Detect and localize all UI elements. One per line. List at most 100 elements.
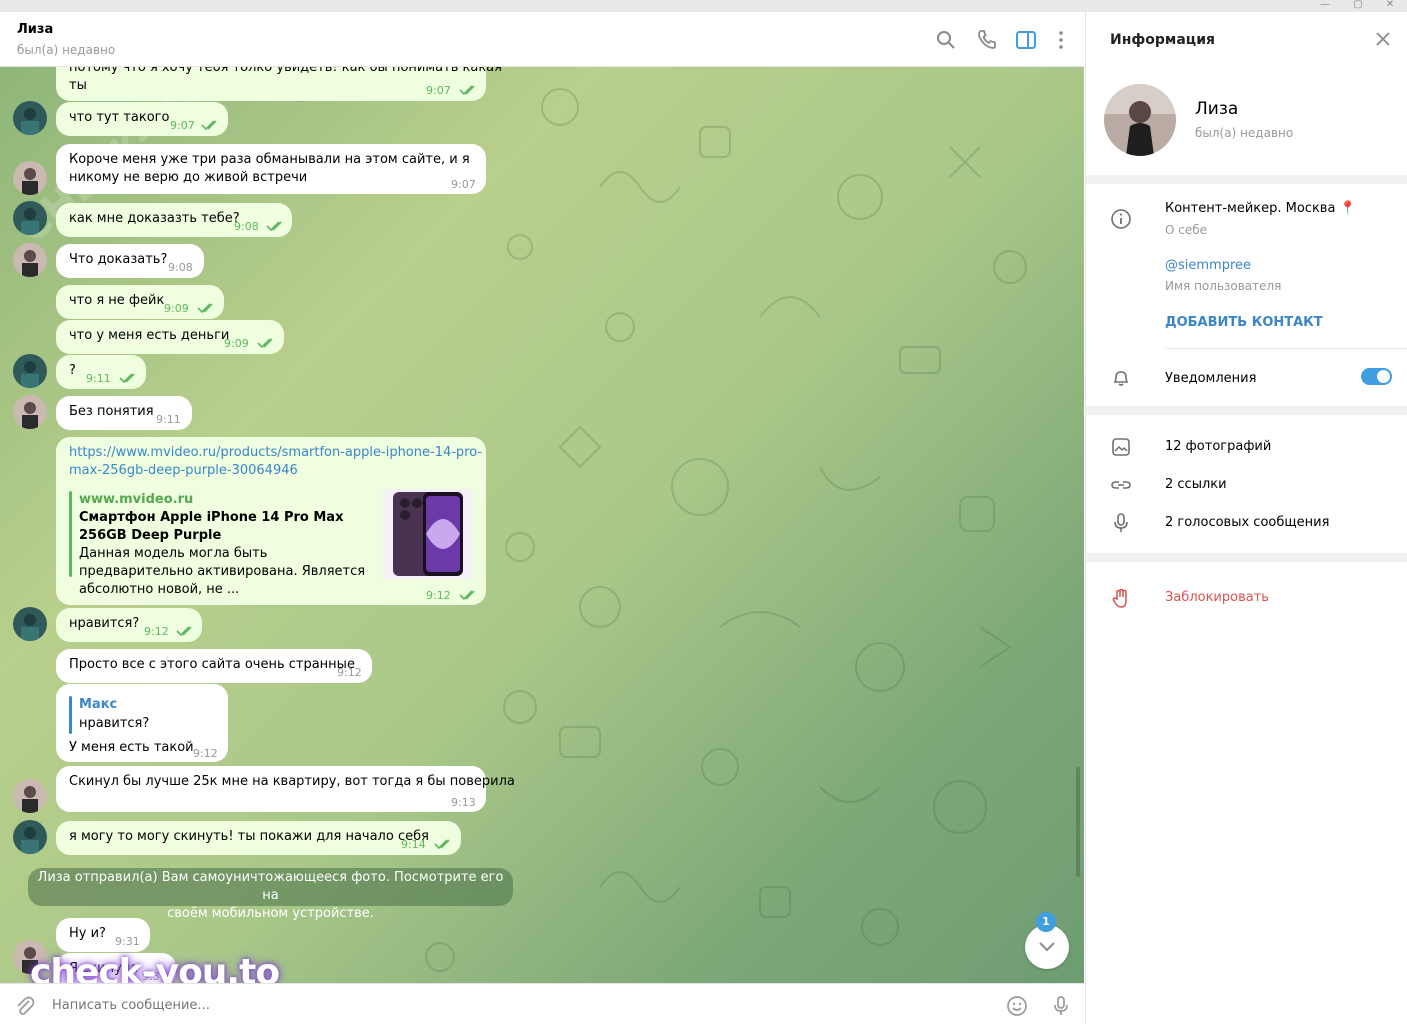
message-bubble[interactable]: нравится? 9:12 xyxy=(56,608,202,642)
emoji-icon[interactable] xyxy=(1005,994,1029,1018)
watermark: check-you.to xyxy=(30,952,280,983)
info-icon xyxy=(1111,209,1131,229)
avatar[interactable] xyxy=(13,820,47,854)
contact-avatar[interactable] xyxy=(13,161,47,195)
search-icon[interactable] xyxy=(934,28,958,52)
message-text: Скинул бы лучше 25к мне на квартиру, вот… xyxy=(69,774,515,789)
message-bubble[interactable]: Короче меня уже три раза обманывали на э… xyxy=(56,144,486,194)
add-contact-button[interactable]: ДОБАВИТЬ КОНТАКТ xyxy=(1165,315,1323,330)
double-check-icon xyxy=(197,303,213,314)
message-bubble[interactable]: Без понятия 9:11 xyxy=(56,396,192,430)
message-link[interactable]: max-256gb-deep-purple-30064946 xyxy=(69,462,298,480)
block-hand-icon xyxy=(1112,588,1127,608)
section-divider xyxy=(1086,553,1407,562)
phone-icon[interactable] xyxy=(975,28,999,52)
username-link[interactable]: @siemmpree xyxy=(1165,258,1251,273)
service-message: Лиза отправил(а) Вам самоуничтожающееся … xyxy=(28,868,513,921)
message-text: что тут такого xyxy=(69,110,170,125)
message-bubble[interactable]: я могу то могу скинуть! ты покажи для на… xyxy=(56,821,461,855)
double-check-icon xyxy=(257,338,273,349)
message-bubble[interactable]: что я не фейк 9:09 xyxy=(56,285,224,319)
window-titlebar: — ▢ ✕ xyxy=(0,0,1407,12)
avatar[interactable] xyxy=(13,354,47,388)
message-time: 9:14 xyxy=(401,838,426,851)
chevron-down-icon xyxy=(1039,942,1055,952)
close-window-icon[interactable]: ✕ xyxy=(1375,0,1405,12)
message-time: 9:11 xyxy=(86,372,111,385)
avatar[interactable] xyxy=(13,101,47,135)
reply-accent-bar xyxy=(69,696,72,734)
contact-avatar[interactable] xyxy=(13,243,47,277)
service-message-text: Лиза отправил(а) Вам самоуничтожающееся … xyxy=(37,870,504,903)
message-time: 9:12 xyxy=(193,747,218,760)
bio-label: О себе xyxy=(1165,223,1208,237)
maximize-icon[interactable]: ▢ xyxy=(1343,0,1373,12)
message-time: 9:07 xyxy=(170,119,195,132)
preview-accent-bar xyxy=(69,491,72,577)
message-bubble[interactable]: ? 9:11 xyxy=(56,355,146,389)
bio-text[interactable]: Контент-мейкер. Москва 📍 xyxy=(1165,201,1356,216)
double-check-icon xyxy=(459,85,475,96)
link-message-bubble[interactable]: https://www.mvideo.ru/products/smartfon-… xyxy=(56,437,486,605)
info-panel: Информация Лиза был(а) недавно Контент-м… xyxy=(1085,12,1407,1024)
preview-title: Смартфон Apple iPhone 14 Pro Max 256GB D… xyxy=(79,510,344,543)
message-text: что я не фейк xyxy=(69,293,165,308)
preview-site[interactable]: www.mvideo.ru xyxy=(79,491,193,509)
message-time: 9:12 xyxy=(144,625,169,638)
profile-avatar[interactable] xyxy=(1104,84,1176,156)
message-time: 9:12 xyxy=(426,589,451,602)
reply-quote[interactable]: нравится? xyxy=(79,715,149,733)
message-bubble[interactable]: Просто все с этого сайта очень странные … xyxy=(56,649,372,683)
photos-link[interactable]: 12 фотографий xyxy=(1165,439,1271,454)
message-bubble[interactable]: Скинул бы лучше 25к мне на квартиру, вот… xyxy=(56,766,515,812)
message-text: никому не верю до живой встречи xyxy=(69,170,308,185)
close-icon[interactable] xyxy=(1374,30,1392,48)
double-check-icon xyxy=(459,590,475,601)
double-check-icon xyxy=(434,839,450,850)
message-bubble[interactable]: что тут такого 9:07 xyxy=(56,102,228,136)
message-text: Короче меня уже три раза обманывали на э… xyxy=(69,152,470,167)
message-link[interactable]: https://www.mvideo.ru/products/smartfon-… xyxy=(69,444,482,462)
message-time: 9:07 xyxy=(426,84,451,97)
attach-icon[interactable] xyxy=(13,994,37,1018)
block-button[interactable]: Заблокировать xyxy=(1165,590,1269,605)
message-time: 9:08 xyxy=(234,220,259,233)
chat-title[interactable]: Лиза xyxy=(17,22,53,37)
chat-scrollbar[interactable] xyxy=(1076,767,1080,877)
microphone-icon[interactable] xyxy=(1049,994,1073,1018)
notifications-toggle[interactable] xyxy=(1361,368,1392,385)
contact-avatar[interactable] xyxy=(13,395,47,429)
avatar[interactable] xyxy=(13,607,47,641)
chat-area[interactable]: CHECK-YOU.ME потому что я хочу тебя толк… xyxy=(0,67,1084,983)
message-time: 9:11 xyxy=(156,413,181,426)
divider xyxy=(1165,348,1407,349)
double-check-icon xyxy=(119,373,135,384)
links-link[interactable]: 2 ссылки xyxy=(1165,477,1227,492)
chat-header: Лиза был(а) недавно xyxy=(0,12,1084,67)
minimize-icon[interactable]: — xyxy=(1310,0,1340,12)
message-bubble[interactable]: потому что я хочу тебя толко увидеть! ка… xyxy=(56,67,502,101)
message-input[interactable] xyxy=(52,998,952,1013)
voice-messages-link[interactable]: 2 голосовых сообщения xyxy=(1165,515,1329,530)
preview-phone-image[interactable] xyxy=(383,489,473,579)
message-text: ты xyxy=(69,78,87,93)
photo-icon xyxy=(1112,438,1130,456)
message-text: ? xyxy=(69,363,76,378)
message-bubble[interactable]: что у меня есть деньги 9:09 xyxy=(56,320,284,354)
message-bubble[interactable]: Ну и? 9:31 xyxy=(56,918,150,952)
reply-message-bubble[interactable]: Макс нравится? У меня есть такой 9:12 xyxy=(56,684,228,762)
more-icon[interactable] xyxy=(1049,28,1073,52)
sidebar-toggle-icon[interactable] xyxy=(1014,28,1038,52)
contact-avatar[interactable] xyxy=(13,779,47,813)
unread-badge: 1 xyxy=(1036,912,1056,932)
message-time: 9:31 xyxy=(115,935,140,948)
section-divider xyxy=(1086,175,1407,184)
message-text: У меня есть такой xyxy=(69,740,194,755)
message-time: 9:07 xyxy=(451,178,476,191)
reply-author[interactable]: Макс xyxy=(79,696,117,714)
avatar[interactable] xyxy=(13,201,47,235)
message-bubble[interactable]: как мне доказазть тебе? 9:08 xyxy=(56,203,292,237)
message-text: Без понятия xyxy=(69,404,154,419)
message-text: Ну и? xyxy=(69,926,106,941)
message-bubble[interactable]: Что доказать? 9:08 xyxy=(56,244,204,278)
